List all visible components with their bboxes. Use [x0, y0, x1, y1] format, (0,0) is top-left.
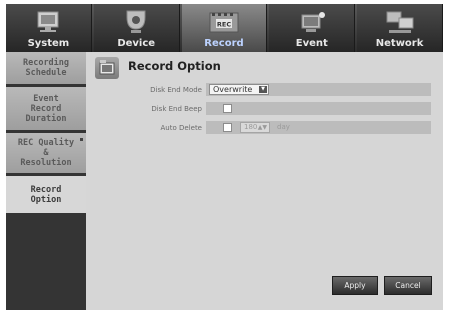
tab-network-label: Network	[375, 38, 424, 49]
auto-delete-days-value: 180	[244, 123, 258, 131]
auto-delete-unit: day	[277, 123, 290, 131]
apply-button[interactable]: Apply	[332, 276, 378, 295]
auto-delete-days-input[interactable]: 180 ▲▼	[240, 122, 270, 133]
disk-end-mode-select[interactable]: Overwrite ▼	[209, 84, 269, 95]
system-icon	[37, 11, 59, 32]
disk-end-mode-value: Overwrite	[213, 85, 253, 94]
auto-delete-row: 180 ▲▼ day	[206, 121, 431, 134]
record-option-panel: Record Option Disk End Mode Overwrite ▼ …	[86, 52, 443, 310]
page-title: Record Option	[128, 59, 221, 73]
tab-record-label: Record	[204, 38, 244, 49]
sidebar: Recording Schedule Event Record Duration…	[6, 52, 86, 310]
main-tab-bar: System Device REC Record Event Network	[6, 4, 443, 52]
auto-delete-checkbox[interactable]	[223, 123, 232, 132]
tab-system[interactable]: System	[6, 4, 92, 52]
disk-end-beep-row	[206, 102, 431, 115]
sidebar-item-label: Recording Schedule	[22, 58, 70, 78]
tab-event-label: Event	[295, 38, 328, 49]
record-option-icon	[95, 57, 119, 79]
tab-system-label: System	[27, 38, 70, 49]
rec-icon-text: REC	[217, 21, 231, 29]
sidebar-item-event-record-duration[interactable]: Event Record Duration	[6, 87, 86, 132]
dvr-record-option-window: System Device REC Record Event Network R…	[0, 0, 449, 313]
event-icon	[301, 12, 325, 32]
auto-delete-label: Auto Delete	[160, 124, 202, 132]
chevron-down-icon: ▼	[259, 86, 267, 93]
cancel-button[interactable]: Cancel	[384, 276, 432, 295]
disk-end-mode-row: Overwrite ▼	[206, 83, 431, 96]
sidebar-item-label: Record Option	[30, 184, 62, 205]
tab-device[interactable]: Device	[93, 4, 180, 52]
network-icon	[386, 11, 414, 33]
tab-event[interactable]: Event	[269, 4, 356, 52]
sidebar-item-label: Event Record Duration	[25, 93, 67, 124]
disk-end-mode-label: Disk End Mode	[150, 86, 202, 94]
tab-network[interactable]: Network	[357, 4, 443, 52]
sidebar-item-recording-schedule[interactable]: Recording Schedule	[6, 52, 86, 86]
tab-record[interactable]: REC Record	[181, 4, 268, 52]
camera-icon	[126, 10, 146, 33]
sidebar-item-record-option[interactable]: Record Option	[6, 176, 86, 215]
disk-end-beep-checkbox[interactable]	[223, 104, 232, 113]
sidebar-item-rec-quality-resolution[interactable]: REC Quality & Resolution	[6, 133, 86, 175]
disk-end-beep-label: Disk End Beep	[151, 105, 202, 113]
record-option-icon-glyph	[99, 60, 115, 75]
spin-arrows-icon: ▲▼	[257, 124, 267, 131]
submenu-marker-icon	[80, 138, 83, 141]
tab-device-label: Device	[117, 38, 156, 49]
rec-icon: REC	[209, 12, 239, 33]
sidebar-item-label: REC Quality & Resolution	[17, 138, 75, 168]
